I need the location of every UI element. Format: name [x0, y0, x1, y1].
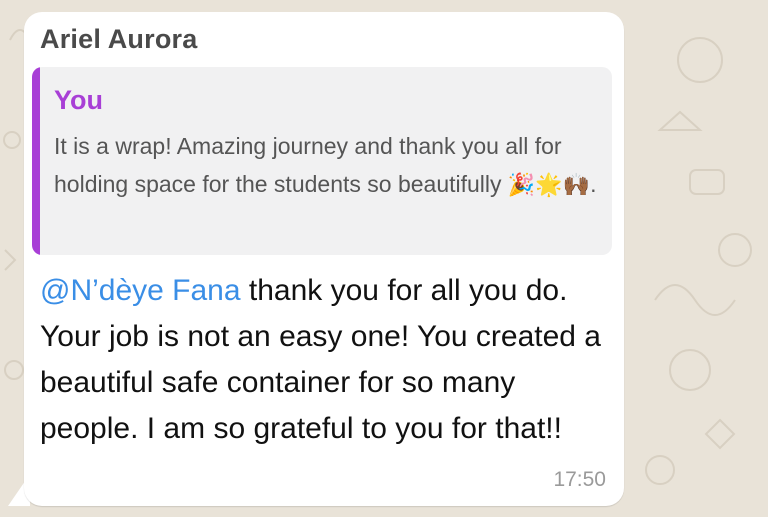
- quoted-message[interactable]: You It is a wrap! Amazing journey and th…: [32, 67, 612, 255]
- quote-text-main: It is a wrap! Amazing journey and thank …: [54, 133, 562, 197]
- sender-name[interactable]: Ariel Aurora: [40, 24, 197, 55]
- message-text: @N’dèye Fana thank you for all you do. Y…: [40, 268, 615, 452]
- quote-text: It is a wrap! Amazing journey and thank …: [54, 127, 609, 205]
- celebration-emoji-icon: 🎉🌟🙌🏾: [507, 173, 591, 198]
- quote-text-end: .: [590, 171, 597, 197]
- message-bubble[interactable]: Ariel Aurora You It is a wrap! Amazing j…: [24, 12, 624, 506]
- message-timestamp: 17:50: [553, 468, 606, 491]
- quote-author: You: [54, 85, 103, 115]
- mention-link[interactable]: @N’dèye Fana: [40, 274, 241, 307]
- quote-accent-bar: [32, 67, 40, 255]
